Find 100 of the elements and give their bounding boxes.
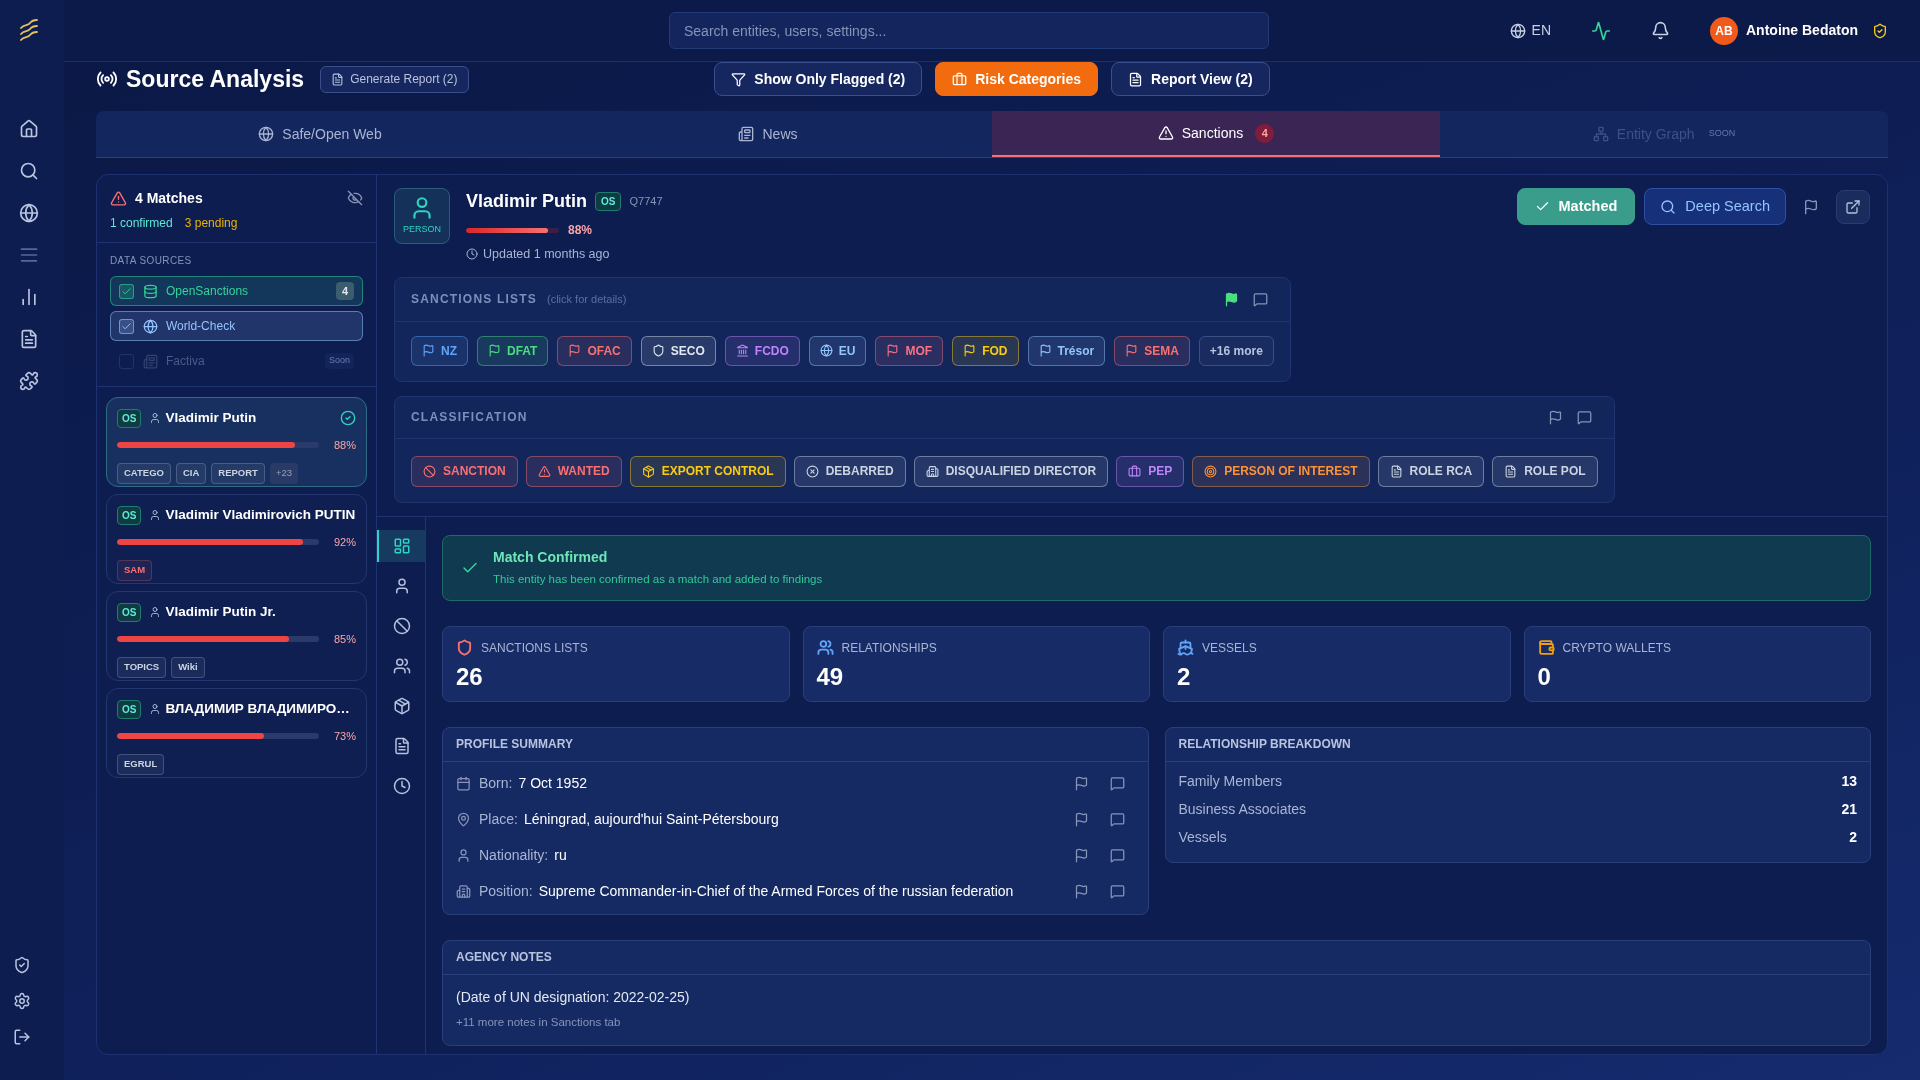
tag[interactable]: WANTED [525,455,622,487]
flag-icon[interactable] [1073,812,1089,828]
activity-icon[interactable] [1591,20,1611,41]
tab[interactable]: Safe/Open Web [96,111,544,157]
tag[interactable]: EXPORT CONTROL [629,455,786,487]
tag[interactable]: NZ [411,335,468,366]
generate-report-button[interactable]: Generate Report (2) [320,65,469,93]
user-avatar[interactable]: AB [1710,16,1738,45]
target-icon [1204,464,1218,478]
flag-icon[interactable] [1073,776,1089,792]
matches-title: 4 Matches [135,188,203,208]
globe-icon[interactable] [19,203,39,223]
entity-score: 88% [568,222,593,239]
field-label: Position: [479,882,533,902]
flag-icon [568,344,582,358]
page-title: Source Analysis [126,65,305,94]
tag[interactable]: DEBARRED [793,455,906,487]
tag[interactable]: SANCTION [411,455,518,487]
person-icon [149,606,162,618]
comment-icon[interactable] [1252,291,1268,307]
relationship-count: 2 [1849,828,1857,848]
comment-icon[interactable] [1109,848,1125,864]
stat-label: RELATIONSHIPS [841,639,937,657]
flag-icon[interactable] [1547,409,1563,425]
comment-icon[interactable] [1576,409,1592,425]
tag[interactable]: OFAC [557,335,632,366]
tab[interactable]: News [544,111,992,157]
tag: CATEGO [117,462,171,484]
tag[interactable]: DISQUALIFIED DIRECTOR [913,455,1109,487]
people-icon [393,656,411,675]
ban-icon [423,464,436,478]
comment-icon[interactable] [1109,812,1125,828]
tag[interactable]: SEMA [1114,335,1190,366]
globe-icon [1509,22,1526,39]
logout-icon[interactable] [13,1028,31,1046]
action-button[interactable]: Report View (2) [1111,62,1270,97]
flag-icon[interactable] [1073,848,1089,864]
source-badge: OS [117,408,142,428]
flag-icon[interactable] [1803,198,1819,215]
network-icon [1592,126,1609,142]
dashboard-icon [393,536,411,555]
deep-search-button[interactable]: Deep Search [1644,188,1786,225]
document-icon [1504,464,1518,478]
x-circle-icon [805,464,819,478]
flag-icon[interactable] [1073,884,1089,900]
section-title: RELATIONSHIP BREAKDOWN [1178,736,1351,754]
data-source-item[interactable]: World-Check [110,311,363,341]
search-field[interactable]: Search entities, users, settings... [669,12,1269,49]
settings-icon[interactable] [13,992,31,1010]
tag[interactable]: Trésor [1027,335,1106,366]
more-notes-link[interactable]: +11 more notes in Sanctions tab [456,1013,621,1031]
match-card[interactable]: OS Vladimir Putin Jr. 85% TOPICS Wiki [106,591,367,681]
bell-icon[interactable] [1651,21,1670,40]
language-button[interactable]: EN [1509,20,1551,41]
match-name: Vladimir Putin [165,408,257,427]
tag[interactable]: EU [808,335,867,366]
tag[interactable]: PEP [1116,455,1185,487]
field-value: ru [554,846,567,866]
bar-chart-icon[interactable] [19,287,39,307]
detail-nav-button[interactable] [377,529,425,562]
shield-icon [651,344,665,358]
match-name: Vladimir Putin Jr. [165,602,276,621]
external-link-icon [1845,198,1861,215]
comment-icon[interactable] [1109,884,1125,900]
source-badge: OS [117,699,142,719]
tag[interactable]: FCDO [724,335,800,366]
more-lists-button[interactable]: +16 more [1198,335,1274,366]
match-card[interactable]: OS ВЛАДИМИР ВЛАДИМИРО… 73% EGRUL [106,688,367,778]
action-button[interactable]: Show Only Flagged (2) [714,62,923,97]
flag-icon [488,344,501,358]
tag[interactable]: MOF [875,335,944,366]
home-icon[interactable] [19,119,39,139]
document-icon[interactable] [19,329,39,349]
globe-icon [143,318,158,334]
field-value: 7 Oct 1952 [518,774,587,794]
more-tags-badge[interactable]: +23 [269,462,299,484]
comment-icon[interactable] [1109,776,1125,792]
tag[interactable]: ROLE RCA [1377,455,1485,487]
match-card[interactable]: OS Vladimir Putin 88% CATEGO CIA REPORT +23 [106,397,367,487]
match-card[interactable]: OS Vladimir Vladimirovich PUTIN 92% SAM [106,494,367,584]
warning-icon [1157,125,1174,141]
relationship-label: Family Members [1178,772,1282,792]
search-icon[interactable] [19,161,39,181]
tab[interactable]: Sanctions 4 [992,111,1440,157]
puzzle-icon[interactable] [19,371,39,391]
tag[interactable]: ROLE POL [1492,455,1598,487]
data-source-name: World-Check [166,318,236,335]
tag[interactable]: PERSON OF INTEREST [1192,455,1370,487]
building-icon [925,464,939,478]
flag-icon[interactable] [1223,291,1239,307]
flag-icon [1038,344,1052,358]
shield-check-icon[interactable] [13,956,31,974]
tag[interactable]: DFAT [477,335,549,366]
document-icon [1389,464,1403,478]
external-link-button[interactable] [1836,189,1870,224]
tag[interactable]: SECO [640,335,716,366]
eye-off-icon[interactable] [347,190,363,206]
data-source-item[interactable]: OpenSanctions 4 [110,276,363,306]
tag[interactable]: FOD [952,335,1019,366]
soon-label: SOON [1708,127,1736,141]
